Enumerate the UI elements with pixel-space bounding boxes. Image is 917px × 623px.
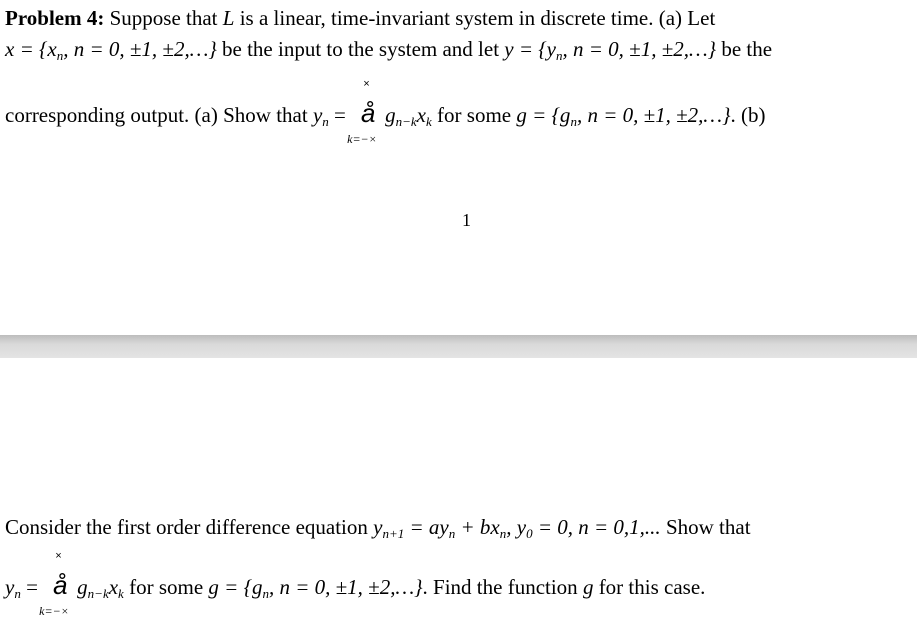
summation-symbol: × å k=−× [39, 550, 69, 618]
text: . (b) [730, 103, 766, 127]
summation-symbol: × å k=−× [347, 78, 377, 146]
x-definition: x = {xn, n = 0, ±1, ±2,…} [5, 37, 217, 63]
text: Consider the first order difference equa… [5, 515, 374, 539]
y-definition: y = {yn, n = 0, ±1, ±2,…} [504, 37, 717, 63]
text: for some [431, 103, 517, 127]
text: Suppose that [104, 6, 223, 30]
problem-line-3: corresponding output. (a) Show that yn =… [5, 78, 766, 146]
text: be the [716, 37, 773, 61]
page-number: 1 [462, 210, 471, 230]
g-definition: g = {gn, n = 0, ±1, ±2,…} [208, 575, 423, 601]
text: Show that [660, 515, 751, 539]
text: for some [123, 575, 209, 599]
text: be the input to the system and let [216, 37, 505, 61]
text: corresponding output. (a) Show that [5, 103, 313, 127]
page-separator [0, 335, 917, 358]
show-that-line: yn = × å k=−× gn−kxk for some g = {gn, n = … [5, 550, 706, 618]
text: for this case. [593, 575, 706, 599]
problem-line-2: x = {xn, n = 0, ±1, ±2,…} be the input t… [5, 37, 772, 64]
text: . Find the function [422, 575, 583, 599]
g-definition: g = {gn, n = 0, ±1, ±2,…} [516, 103, 731, 129]
difference-equation-line: Consider the first order difference equa… [5, 515, 751, 542]
system-symbol: L [222, 6, 235, 30]
g-symbol: g [582, 575, 594, 599]
convolution-formula: yn = × å k=−× gn−kxk [5, 550, 124, 618]
text: is a linear, time-invariant system in di… [234, 6, 716, 30]
convolution-formula: yn = × å k=−× gn−kxk [312, 78, 432, 146]
problem-line-1: Problem 4: Suppose that L is a linear, t… [5, 6, 715, 31]
problem-heading: Problem 4: [5, 6, 105, 30]
difference-equation: yn+1 = ayn + bxn, y0 = 0, n = 0,1,... [373, 515, 661, 541]
